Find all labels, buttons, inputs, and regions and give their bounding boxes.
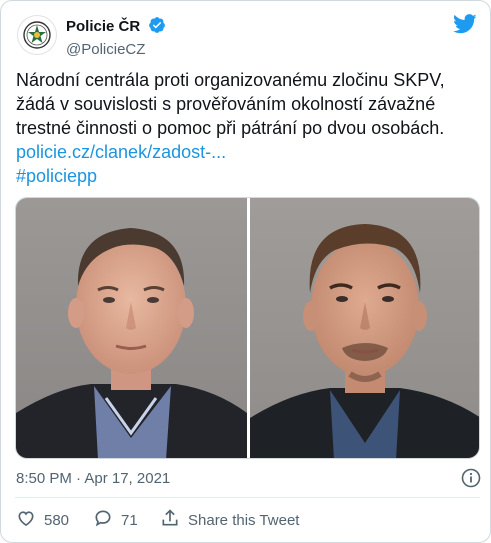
- police-badge-icon[interactable]: [17, 15, 57, 55]
- like-button[interactable]: 580: [16, 509, 69, 531]
- author-display-name[interactable]: Policie ČR: [66, 18, 140, 35]
- tweet-timestamp[interactable]: 8:50 PM · Apr 17, 2021: [16, 469, 170, 489]
- heart-icon: [16, 508, 44, 532]
- tweet-text-line: Národní centrála proti organizovanému zl…: [16, 70, 445, 90]
- share-button[interactable]: Share this Tweet: [160, 509, 299, 531]
- reply-button[interactable]: 71: [93, 509, 138, 531]
- portrait-photo-left[interactable]: [16, 198, 247, 459]
- portrait-photo-right[interactable]: [250, 198, 480, 459]
- tweet-text-line: žádá v souvislosti s prověřováním okolno…: [16, 94, 436, 114]
- tweet-text-line: trestné činnosti o pomoc při pátrání po …: [16, 118, 445, 138]
- reply-icon: [93, 508, 121, 532]
- reply-count: 71: [121, 511, 138, 529]
- tweet-text: Národní centrála proti organizovanému zl…: [16, 68, 486, 188]
- like-count: 580: [44, 511, 70, 529]
- share-label: Share this Tweet: [188, 511, 300, 529]
- divider: [15, 497, 480, 498]
- verified-badge-icon: [148, 16, 166, 39]
- author-names: Policie ČR @PolicieCZ: [66, 16, 166, 59]
- author-name-row[interactable]: Policie ČR: [66, 16, 166, 39]
- tweet-media: [15, 197, 480, 459]
- twitter-bird-icon[interactable]: [453, 13, 477, 40]
- article-link[interactable]: policie.cz/clanek/zadost-...: [16, 140, 486, 164]
- info-icon[interactable]: [461, 468, 481, 493]
- tweet-header: Policie ČR @PolicieCZ: [15, 13, 481, 59]
- hashtag-link[interactable]: #policiepp: [16, 164, 486, 188]
- tweet-card: Policie ČR @PolicieCZ Národní centrála p…: [0, 0, 491, 543]
- share-icon: [160, 508, 188, 532]
- author-handle[interactable]: @PolicieCZ: [66, 40, 166, 59]
